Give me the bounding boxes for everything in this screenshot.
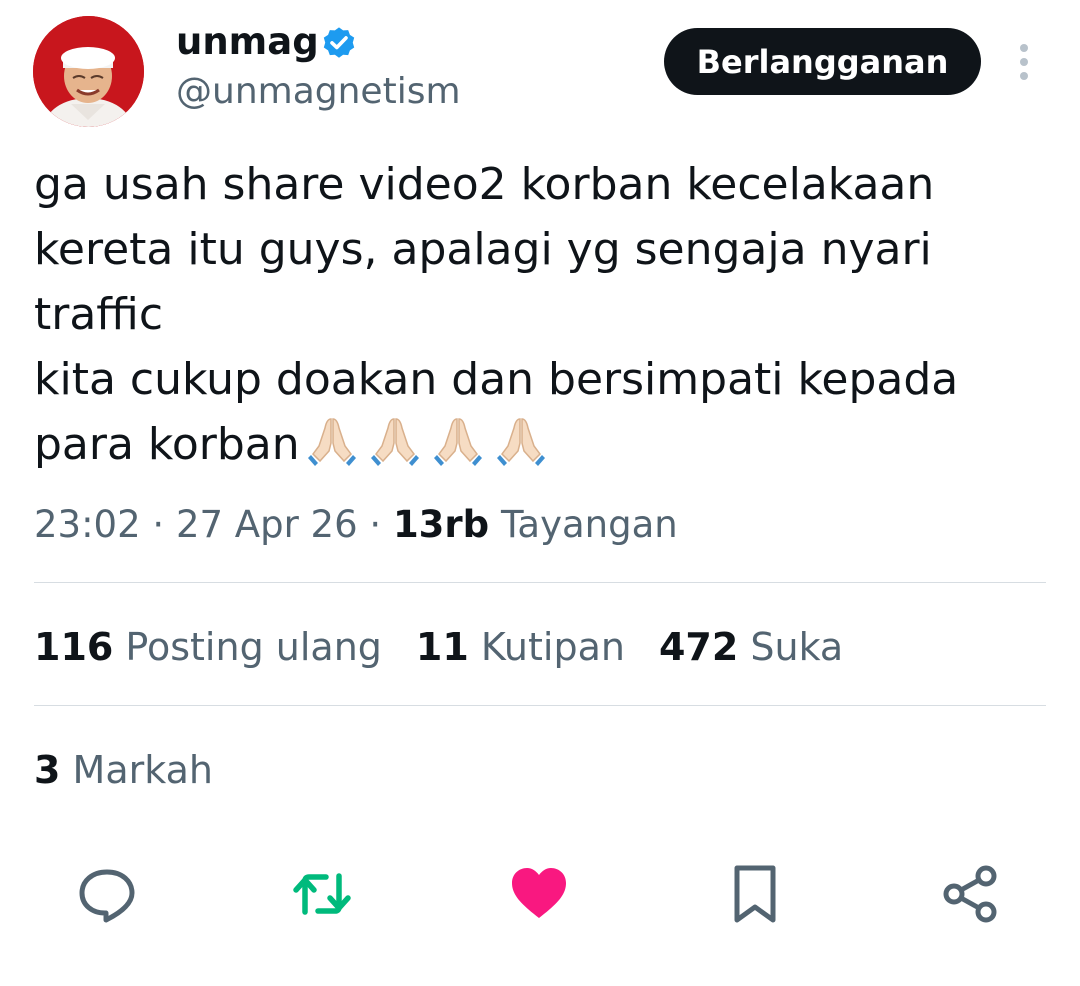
share-icon xyxy=(943,865,997,923)
user-handle[interactable]: @unmagnetism xyxy=(176,70,461,114)
meta-separator: · xyxy=(152,503,165,546)
quotes-count: 11 xyxy=(415,625,469,669)
tweet-line: kereta itu guys, apalagi yg sengaja nyar… xyxy=(34,224,932,275)
verified-badge-icon xyxy=(323,27,355,58)
reply-button[interactable] xyxy=(75,862,139,926)
views-label: Tayangan xyxy=(500,503,678,546)
bookmarks-count: 3 xyxy=(34,748,61,792)
reply-icon xyxy=(79,869,135,923)
quotes-label: Kutipan xyxy=(480,625,625,669)
heart-icon xyxy=(512,868,566,918)
bookmark-icon xyxy=(734,865,776,923)
tweet-date[interactable]: 27 Apr 26 xyxy=(176,503,358,546)
tweet-line: para korban xyxy=(34,419,300,470)
views-count: 13rb xyxy=(392,503,490,546)
display-name[interactable]: unmag xyxy=(176,20,319,64)
tweet-meta: 23:02 · 27 Apr 26 · 13rb Tayangan xyxy=(34,502,678,548)
praying-hands-emoji-group xyxy=(304,413,549,469)
retweet-button[interactable] xyxy=(290,862,354,926)
retweet-icon xyxy=(293,873,351,915)
reposts-stat[interactable]: 116 Posting ulang xyxy=(34,622,382,672)
reposts-label: Posting ulang xyxy=(125,625,382,669)
quotes-stat[interactable]: 11 Kutipan xyxy=(416,622,625,672)
share-button[interactable] xyxy=(938,862,1002,926)
tweet-line: kita cukup doakan dan bersimpati kepada xyxy=(34,354,959,405)
divider xyxy=(34,582,1046,583)
subscribe-button[interactable]: Berlangganan xyxy=(664,28,981,95)
praying-hands-emoji xyxy=(370,418,419,466)
reposts-count: 116 xyxy=(34,625,114,669)
likes-stat[interactable]: 472 Suka xyxy=(659,622,843,672)
avatar-image xyxy=(33,16,144,127)
divider xyxy=(34,705,1046,706)
praying-hands-emoji xyxy=(496,418,545,466)
bookmarks-stat: 3 Markah xyxy=(34,745,213,795)
bookmarks-label: Markah xyxy=(72,748,213,792)
tweet-time[interactable]: 23:02 xyxy=(34,503,141,546)
engagement-stats: 116 Posting ulang 11 Kutipan 472 Suka xyxy=(34,622,843,672)
tweet-line: ga usah share video2 korban kecelakaan xyxy=(34,159,935,210)
like-button[interactable] xyxy=(507,862,571,926)
tweet-line-last: para korban xyxy=(34,412,1044,477)
avatar[interactable] xyxy=(33,16,144,127)
likes-count: 472 xyxy=(658,625,739,669)
bookmark-button[interactable] xyxy=(723,862,787,926)
meta-separator: · xyxy=(369,503,382,546)
likes-label: Suka xyxy=(750,625,844,669)
tweet-text: ga usah share video2 korban kecelakaan k… xyxy=(34,152,1044,477)
praying-hands-emoji xyxy=(433,418,482,466)
tweet-detail: unmag @unmagnetism Berlangganan ga usah … xyxy=(0,0,1080,986)
more-options-icon[interactable] xyxy=(1012,40,1036,84)
tweet-line: traffic xyxy=(34,289,164,340)
praying-hands-emoji xyxy=(307,418,356,466)
